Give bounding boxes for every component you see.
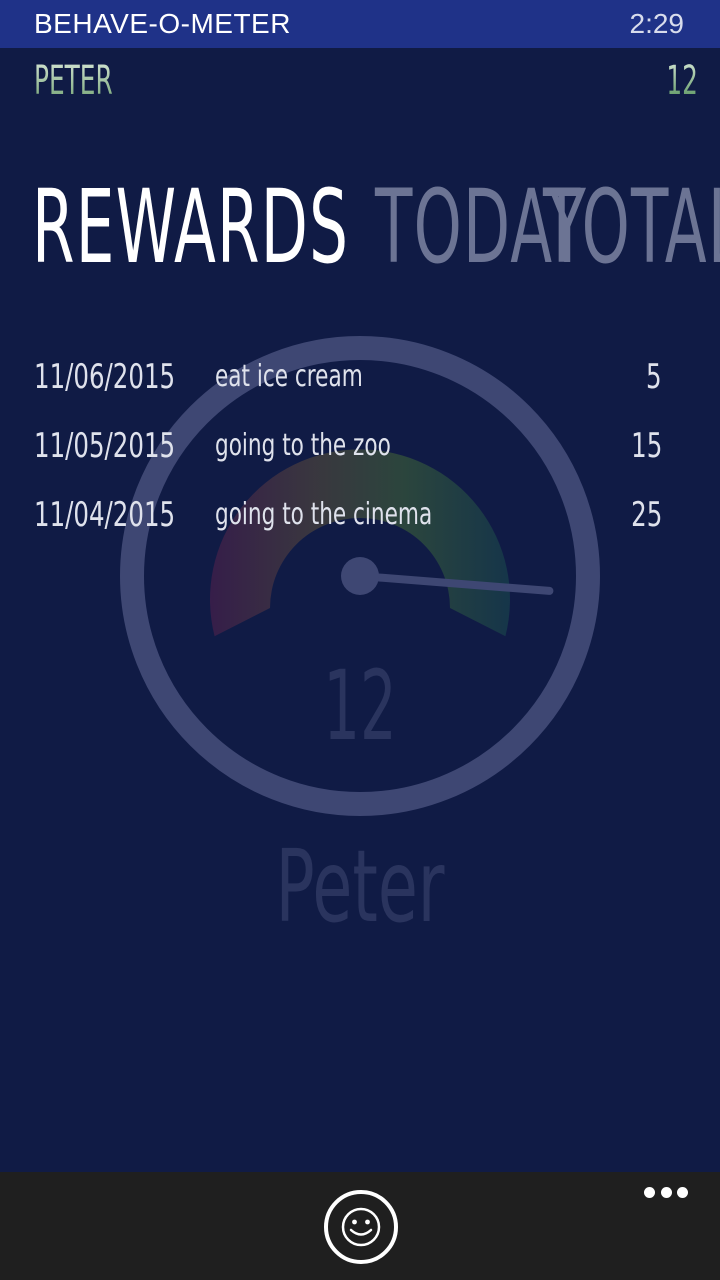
status-bar: BEHAVE-O-METER 2:29 bbox=[0, 0, 720, 48]
tab-total[interactable]: TOTAL bbox=[543, 168, 720, 288]
smiley-icon bbox=[341, 1207, 381, 1247]
reward-description: eat ice cream bbox=[215, 359, 363, 394]
reward-points: 5 bbox=[646, 357, 662, 397]
reward-row[interactable]: 11/05/2015 going to the zoo 15 bbox=[34, 421, 670, 490]
reward-description: going to the cinema bbox=[215, 497, 433, 532]
pivot-header: REWARDS TODAY TOTAL bbox=[32, 168, 720, 288]
app-bar bbox=[0, 1172, 720, 1280]
tab-rewards[interactable]: REWARDS bbox=[32, 168, 349, 288]
child-name: PETER bbox=[34, 58, 113, 104]
reward-points: 15 bbox=[630, 426, 662, 466]
more-dots-icon[interactable] bbox=[644, 1186, 688, 1198]
child-score: 12 bbox=[666, 58, 698, 104]
reward-points: 25 bbox=[630, 495, 662, 535]
app-title: BEHAVE-O-METER bbox=[34, 8, 291, 39]
reward-date: 11/04/2015 bbox=[34, 495, 176, 535]
reward-row[interactable]: 11/06/2015 eat ice cream 5 bbox=[34, 352, 670, 421]
gauge-value: 12 bbox=[323, 650, 397, 762]
clock: 2:29 bbox=[629, 8, 685, 39]
reward-date: 11/05/2015 bbox=[34, 426, 176, 466]
gauge-hub bbox=[341, 557, 379, 595]
reward-row[interactable]: 11/04/2015 going to the cinema 25 bbox=[34, 490, 670, 559]
reward-date: 11/06/2015 bbox=[34, 357, 176, 397]
gauge-name: Peter bbox=[275, 828, 445, 945]
rewards-list: 11/06/2015 eat ice cream 5 11/05/2015 go… bbox=[34, 352, 670, 559]
reward-description: going to the zoo bbox=[215, 428, 391, 463]
add-behavior-button[interactable] bbox=[324, 1190, 398, 1264]
